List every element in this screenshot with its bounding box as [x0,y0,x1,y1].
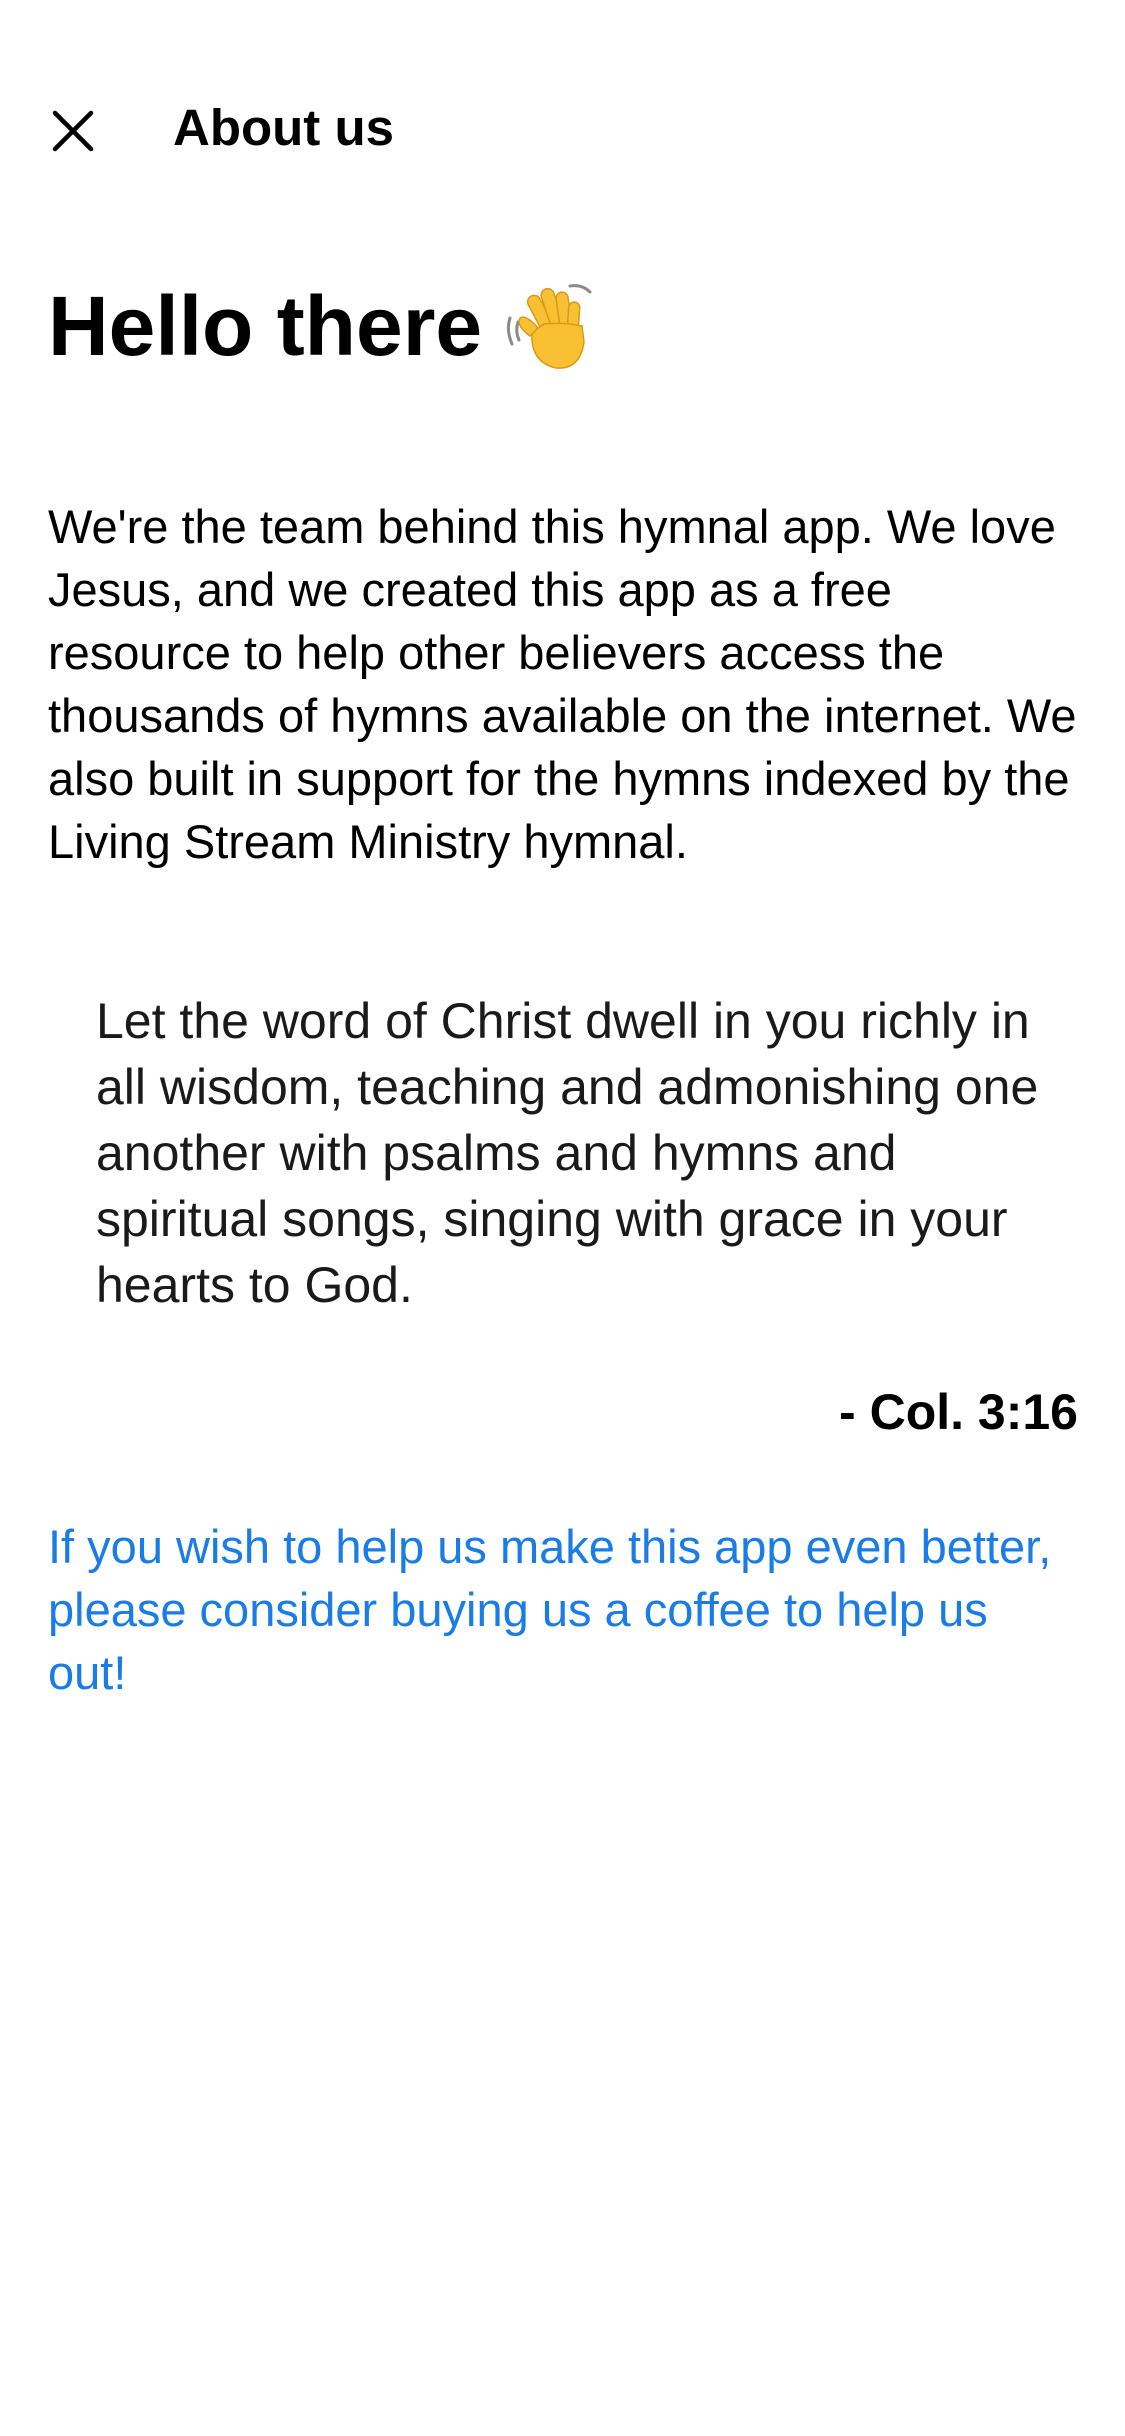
intro-paragraph: We're the team behind this hymnal app. W… [48,500,1077,868]
greeting-heading: Hello there [48,270,1078,382]
navigation-bar: About us [0,88,1125,168]
waving-hand-icon [504,278,600,374]
buy-coffee-link[interactable]: If you wish to help us make this app eve… [48,1515,1078,1704]
close-button[interactable] [44,102,102,160]
close-icon [52,110,94,152]
greeting-text: Hello there [48,279,483,373]
about-content: Hello there We're the team behind this h… [48,270,1078,1699]
scripture-reference: - Col. 3:16 [839,1384,1078,1440]
scripture-quote: Let the word of Christ dwell in you rich… [96,993,1039,1313]
page-title: About us [173,99,394,156]
